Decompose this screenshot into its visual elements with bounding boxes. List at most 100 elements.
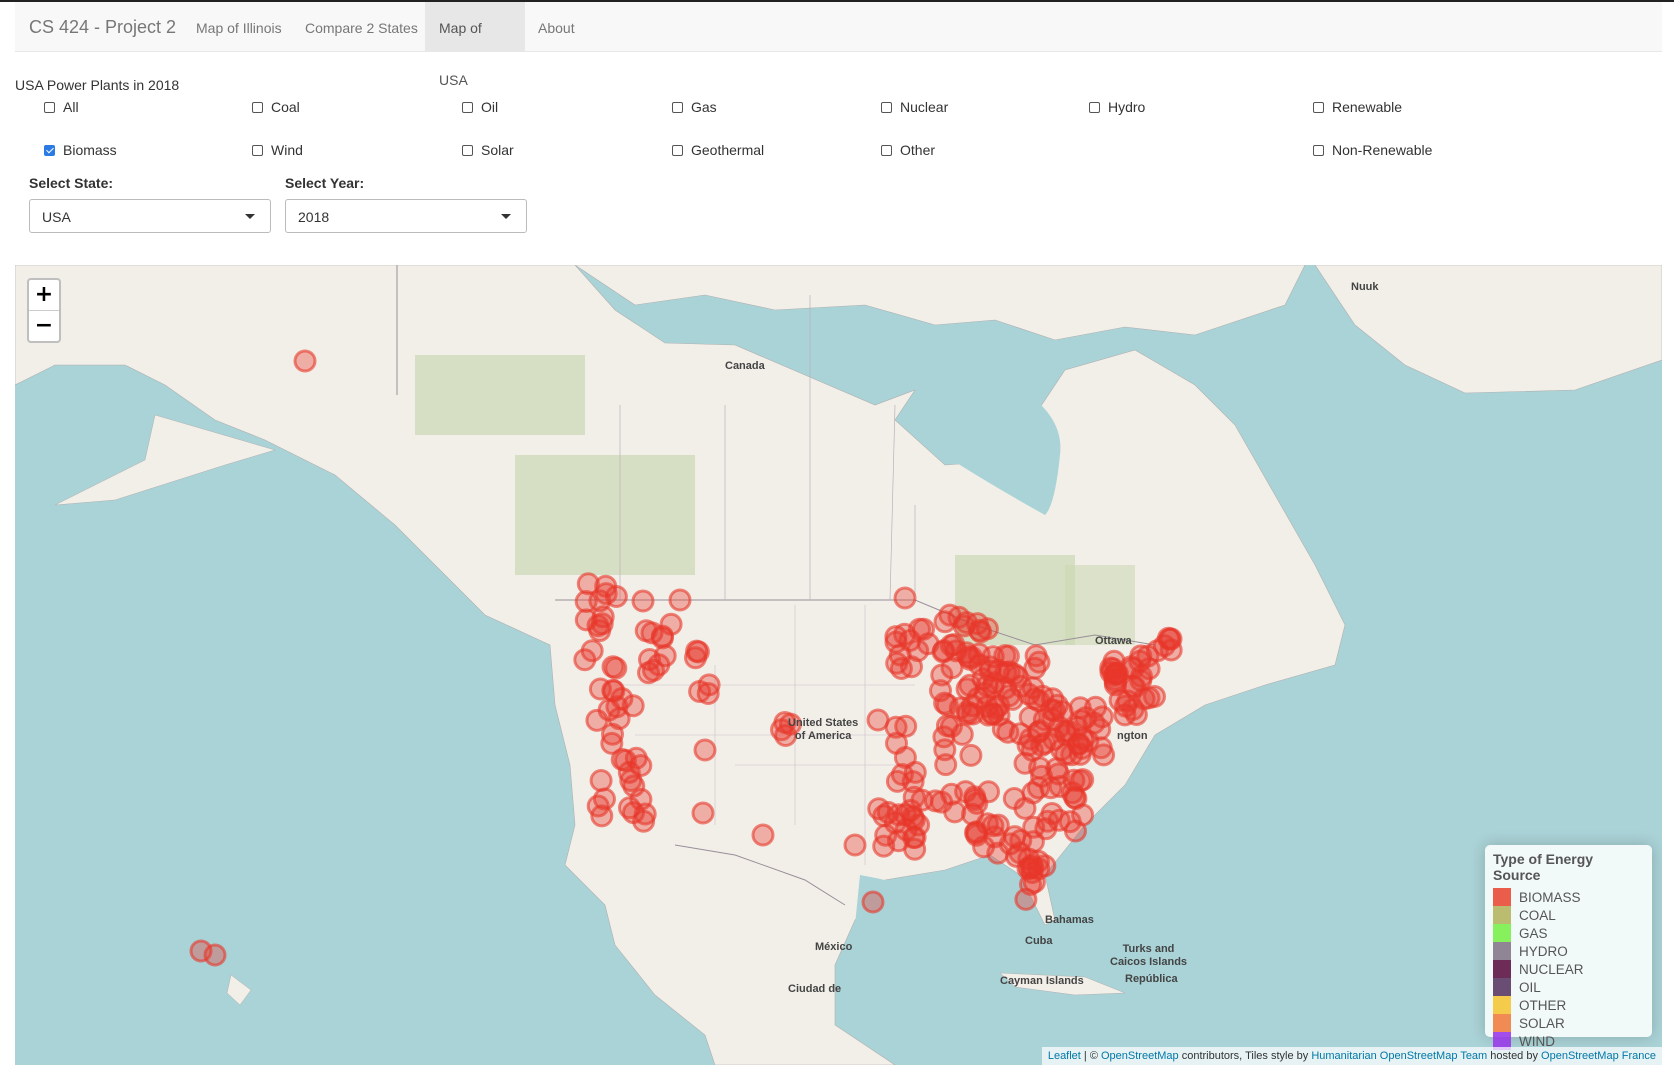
power-plant-marker[interactable] — [965, 823, 989, 847]
year-select[interactable]: 2018 — [285, 199, 527, 233]
checkbox-box[interactable] — [252, 101, 263, 113]
attribution-osmfr-link[interactable]: OpenStreetMap France — [1541, 1050, 1656, 1062]
power-plant-marker[interactable] — [1137, 686, 1161, 710]
power-plant-marker[interactable] — [751, 823, 775, 847]
power-plant-marker[interactable] — [930, 790, 954, 814]
power-plant-marker[interactable] — [685, 639, 709, 663]
checkbox-box[interactable] — [44, 101, 55, 113]
power-plant-marker[interactable] — [978, 659, 1002, 683]
power-plant-marker[interactable] — [843, 833, 867, 857]
power-plant-marker[interactable] — [1013, 796, 1037, 820]
power-plant-marker[interactable] — [659, 612, 683, 636]
checkbox-box-checked[interactable] — [44, 144, 55, 156]
power-plant-marker[interactable] — [1013, 751, 1037, 775]
tab-about[interactable]: About — [524, 2, 589, 52]
power-plant-marker[interactable] — [624, 746, 648, 770]
power-plant-marker[interactable] — [593, 787, 616, 811]
power-plant-marker[interactable] — [1103, 670, 1127, 694]
power-plant-marker[interactable] — [969, 620, 993, 644]
checkbox-box[interactable] — [1313, 101, 1324, 113]
checkbox-geothermal[interactable]: Geothermal — [672, 141, 764, 159]
power-plant-marker[interactable] — [1005, 844, 1028, 868]
power-plant-marker[interactable] — [576, 572, 600, 596]
power-plant-marker[interactable] — [986, 841, 1010, 865]
power-plant-marker[interactable] — [940, 656, 964, 680]
power-plant-marker[interactable] — [619, 769, 643, 792]
power-plant-marker[interactable] — [965, 791, 989, 815]
power-plant-marker[interactable] — [894, 818, 918, 842]
power-plant-marker[interactable] — [947, 605, 971, 629]
power-plant-marker[interactable] — [1018, 727, 1042, 751]
power-plant-marker[interactable] — [589, 769, 613, 792]
tab-map-of-usa[interactable]: Map of USA — [425, 2, 525, 88]
power-plant-marker[interactable] — [885, 769, 909, 793]
checkbox-coal[interactable]: Coal — [252, 98, 300, 116]
power-plant-marker[interactable] — [908, 617, 931, 641]
power-plant-marker[interactable] — [1026, 849, 1050, 873]
checkbox-box[interactable] — [881, 144, 892, 156]
power-plant-marker[interactable] — [668, 588, 692, 612]
power-plant-marker[interactable] — [866, 708, 890, 732]
power-plant-marker[interactable] — [574, 608, 598, 632]
power-plant-marker[interactable] — [588, 677, 612, 701]
checkbox-box[interactable] — [252, 144, 263, 156]
checkbox-box[interactable] — [462, 101, 473, 113]
power-plant-marker[interactable] — [959, 743, 983, 767]
checkbox-box[interactable] — [1313, 144, 1324, 156]
checkbox-renewable[interactable]: Renewable — [1313, 98, 1402, 116]
power-plant-marker[interactable] — [893, 746, 917, 769]
checkbox-box[interactable] — [881, 101, 892, 113]
checkbox-nuclear[interactable]: Nuclear — [881, 98, 948, 116]
power-plant-marker[interactable] — [1024, 644, 1048, 668]
power-plant-marker[interactable] — [1047, 808, 1071, 832]
power-plant-marker[interactable] — [629, 787, 653, 811]
checkbox-oil[interactable]: Oil — [462, 98, 498, 116]
power-plant-marker[interactable] — [601, 722, 624, 746]
power-plant-marker[interactable] — [1158, 627, 1182, 651]
tab-map-of-illinois[interactable]: Map of Illinois — [182, 2, 296, 52]
power-plant-marker[interactable] — [580, 639, 604, 663]
power-plant-marker[interactable] — [1064, 787, 1088, 810]
power-plant-marker[interactable] — [861, 890, 885, 914]
power-plant-marker[interactable] — [939, 715, 963, 738]
power-plant-marker[interactable] — [631, 589, 655, 613]
tab-compare-2-states[interactable]: Compare 2 States — [291, 2, 432, 52]
power-plant-marker[interactable] — [889, 657, 913, 680]
power-plant-marker[interactable] — [1023, 687, 1047, 711]
checkbox-gas[interactable]: Gas — [672, 98, 717, 116]
power-plant-marker[interactable] — [189, 939, 213, 963]
zoom-in-button[interactable]: + — [29, 280, 59, 310]
power-plant-marker[interactable] — [688, 680, 712, 703]
map-usa[interactable]: Canada Nuuk Ottawa United States of Amer… — [15, 265, 1662, 1065]
power-plant-marker[interactable] — [638, 648, 661, 671]
power-plant-marker[interactable] — [621, 694, 645, 718]
checkbox-all[interactable]: All — [44, 98, 79, 116]
checkbox-box[interactable] — [1089, 101, 1100, 113]
power-plant-marker[interactable] — [935, 693, 959, 717]
checkbox-box[interactable] — [672, 144, 683, 156]
checkbox-biomass[interactable]: Biomass — [44, 141, 117, 159]
checkbox-non-renewable[interactable]: Non-Renewable — [1313, 141, 1432, 159]
attribution-leaflet-link[interactable]: Leaflet — [1048, 1050, 1081, 1062]
attribution-osm-link[interactable]: OpenStreetMap — [1101, 1050, 1179, 1062]
checkbox-other[interactable]: Other — [881, 141, 935, 159]
zoom-out-button[interactable]: − — [29, 310, 59, 341]
power-plant-marker[interactable] — [601, 655, 625, 679]
state-select[interactable]: USA — [29, 199, 271, 233]
power-plant-marker[interactable] — [934, 753, 958, 777]
power-plant-marker[interactable] — [293, 349, 317, 373]
checkbox-hydro[interactable]: Hydro — [1089, 98, 1145, 116]
power-plant-marker[interactable] — [604, 585, 628, 608]
checkbox-wind[interactable]: Wind — [252, 141, 303, 159]
attribution-hot-link[interactable]: Humanitarian OpenStreetMap Team — [1311, 1050, 1487, 1062]
power-plant-marker[interactable] — [1057, 720, 1081, 743]
checkbox-box[interactable] — [672, 101, 683, 113]
power-plant-marker[interactable] — [1027, 776, 1050, 800]
power-plant-marker[interactable] — [893, 586, 917, 610]
checkbox-box[interactable] — [462, 144, 473, 156]
app-brand[interactable]: CS 424 - Project 2 — [29, 17, 176, 38]
checkbox-solar[interactable]: Solar — [462, 141, 514, 159]
power-plant-marker[interactable] — [693, 738, 717, 762]
power-plant-marker[interactable] — [691, 801, 715, 825]
power-plant-marker[interactable] — [981, 702, 1005, 726]
